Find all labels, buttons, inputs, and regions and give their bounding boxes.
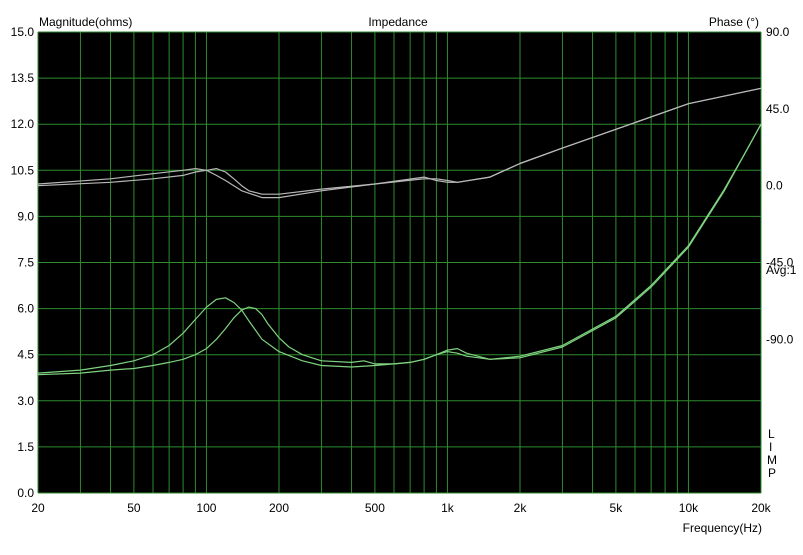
y-right-tick-label: -90.0: [766, 332, 794, 346]
y-left-tick-label: 3.0: [17, 394, 34, 408]
chart-title: Impedance: [368, 15, 428, 29]
y-left-tick-label: 12.0: [11, 117, 35, 131]
side-letter-m: M: [767, 453, 777, 467]
y-right-tick-labels: 90.045.00.0-45.0-90.0: [766, 25, 794, 346]
x-tick-label: 200: [269, 501, 289, 515]
x-tick-label: 50: [127, 501, 141, 515]
side-letter-p: P: [768, 466, 776, 480]
y-left-tick-label: 13.5: [11, 71, 35, 85]
y-left-axis-label: Magnitude(ohms): [39, 15, 132, 29]
y-right-tick-label: 0.0: [766, 179, 783, 193]
x-tick-label: 10k: [679, 501, 699, 515]
y-left-tick-label: 7.5: [17, 256, 34, 270]
x-tick-label: 20k: [751, 501, 771, 515]
impedance-chart: 20 50 100 200 500 1k 2k 5k 10k 20k 0.0 1.5 3.0 4.5 6.…: [11, 15, 797, 535]
x-tick-label: 1k: [441, 501, 455, 515]
y-left-tick-label: 10.5: [11, 163, 35, 177]
side-letter-l: L: [768, 427, 775, 441]
x-axis-label: Frequency(Hz): [683, 521, 762, 535]
x-tick-label: 5k: [610, 501, 624, 515]
y-left-tick-label: 15.0: [11, 25, 35, 39]
blank-footer-region: [28, 519, 400, 555]
y-right-tick-label: 90.0: [766, 25, 790, 39]
y-left-tick-label: 1.5: [17, 440, 34, 454]
y-left-tick-label: 9.0: [17, 209, 34, 223]
side-letter-i: I: [769, 440, 772, 454]
x-tick-labels: 20 50 100 200 500 1k 2k 5k 10k 20k: [31, 501, 771, 515]
x-tick-label: 500: [365, 501, 385, 515]
y-left-tick-label: 6.0: [17, 302, 34, 316]
x-tick-label: 2k: [514, 501, 528, 515]
x-tick-label: 100: [196, 501, 216, 515]
y-left-tick-label: 0.0: [17, 486, 34, 500]
x-tick-label: 20: [31, 501, 45, 515]
avg-annotation: Avg:1: [766, 263, 797, 277]
y-left-tick-label: 4.5: [17, 348, 34, 362]
y-right-tick-label: 45.0: [766, 102, 790, 116]
y-left-tick-labels: 0.0 1.5 3.0 4.5 6.0 7.5 9.0 10.5 12.0 13.5 15.0: [11, 25, 35, 500]
y-right-axis-label: Phase (°): [709, 15, 759, 29]
